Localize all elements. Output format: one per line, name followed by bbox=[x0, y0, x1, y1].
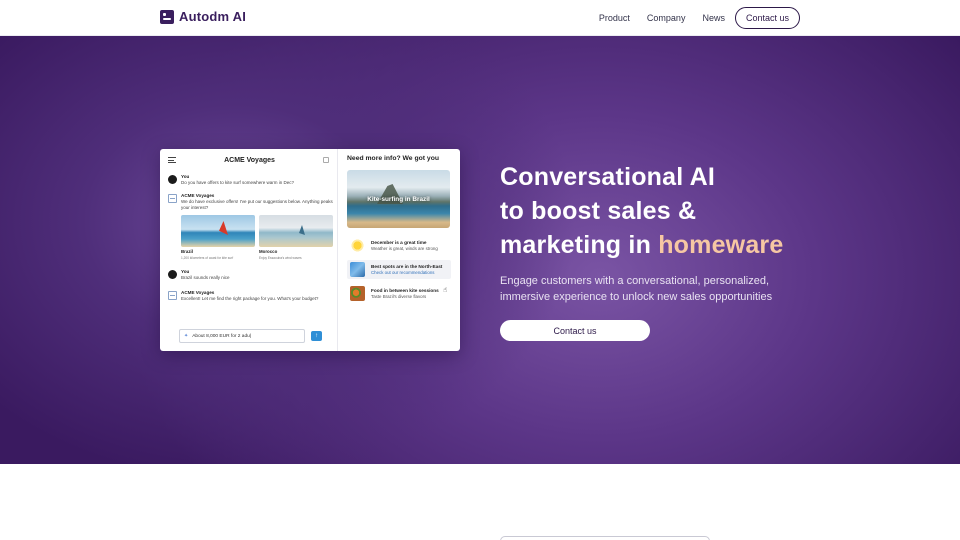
bot-avatar-icon bbox=[168, 194, 177, 203]
hero-section: ACME Voyages You Do you have offers to k… bbox=[0, 36, 960, 464]
send-button[interactable]: ↑ bbox=[311, 331, 322, 341]
headline-line: marketing in homeware bbox=[500, 228, 820, 262]
headline-line: to boost sales & bbox=[500, 197, 697, 225]
info-item-title: Food in between kite sessions bbox=[371, 288, 439, 293]
headline-line: Conversational AI bbox=[500, 163, 716, 191]
chat-message: You Do you have offers to kite surf some… bbox=[168, 174, 329, 186]
chat-input[interactable]: ✦ About 8,000 EUR for 2 adu| bbox=[179, 329, 305, 343]
pointer-cursor-icon: ☝ bbox=[443, 287, 448, 294]
headline-accent: homeware bbox=[658, 231, 784, 259]
info-title: Need more info? We got you bbox=[347, 155, 440, 162]
chat-message: ACME Voyages Excellent! Let me find the … bbox=[168, 290, 329, 302]
nav-company[interactable]: Company bbox=[647, 13, 686, 23]
chat-message: ACME Voyages We do have exclusive offers… bbox=[168, 193, 333, 261]
info-item[interactable]: December is a great time Weather is grea… bbox=[347, 236, 451, 255]
info-panel: Need more info? We got you Kite-surfing … bbox=[338, 149, 460, 351]
message-text: Do you have offers to kite surf somewher… bbox=[181, 180, 294, 185]
info-item[interactable]: Food in between kite sessions Taste Braz… bbox=[347, 284, 451, 303]
sun-icon bbox=[350, 238, 365, 253]
chat-title: ACME Voyages bbox=[224, 156, 275, 164]
next-section-element bbox=[500, 536, 710, 540]
message-text: Excellent! Let me find the right package… bbox=[181, 296, 319, 301]
destination-card-brazil[interactable]: Brazil 1,200 kilometers of coast for kit… bbox=[181, 215, 255, 261]
user-avatar-icon bbox=[168, 175, 177, 184]
chat-panel: ACME Voyages You Do you have offers to k… bbox=[160, 149, 338, 351]
info-item-title: December is a great time bbox=[371, 240, 427, 245]
edit-icon[interactable] bbox=[323, 157, 329, 163]
destination-cards: Brazil 1,200 kilometers of coast for kit… bbox=[181, 215, 333, 261]
message-text: We do have exclusive offers! I've put ou… bbox=[181, 199, 333, 210]
destination-card-morocco[interactable]: Morocco Enjoy Essaouira's wind waves bbox=[259, 215, 333, 261]
info-item-sub: Taste Brazil's diverse flavors bbox=[371, 294, 427, 299]
morocco-image bbox=[259, 215, 333, 247]
demo-chat-card: ACME Voyages You Do you have offers to k… bbox=[160, 149, 460, 351]
chat-message: You Brazil sounds really nice bbox=[168, 269, 329, 281]
site-header: Autodm AI Product Company News Contact u… bbox=[0, 0, 960, 36]
destination-sub: Enjoy Essaouira's wind waves bbox=[259, 256, 302, 260]
chat-input-value: About 8,000 EUR for 2 adu| bbox=[192, 333, 252, 339]
nav-product[interactable]: Product bbox=[599, 13, 630, 23]
info-item-title: Best spots are in the North-East bbox=[371, 264, 443, 269]
chat-header: ACME Voyages bbox=[168, 155, 329, 165]
logo-icon bbox=[160, 9, 174, 24]
user-avatar-icon bbox=[168, 270, 177, 279]
brand-name: Autodm AI bbox=[179, 9, 247, 24]
bot-avatar-icon bbox=[168, 291, 177, 300]
hero-headline: Conversational AI to boost sales & marke… bbox=[500, 160, 820, 262]
info-hero-label: Kite-surfing in Brazil bbox=[367, 196, 430, 203]
map-icon bbox=[350, 262, 365, 277]
header-contact-button[interactable]: Contact us bbox=[734, 7, 800, 29]
main-nav: Product Company News Contact us bbox=[582, 7, 800, 29]
message-text: Brazil sounds really nice bbox=[181, 275, 230, 280]
destination-sub: 1,200 kilometers of coast for kite surf bbox=[181, 256, 234, 260]
info-item-sub: Weather is great, winds are strong bbox=[371, 246, 438, 251]
menu-icon[interactable] bbox=[168, 157, 176, 163]
nav-news[interactable]: News bbox=[702, 13, 725, 23]
info-item[interactable]: Best spots are in the North-East Check o… bbox=[347, 260, 451, 279]
food-icon bbox=[350, 286, 365, 301]
hero-contact-button[interactable]: Contact us bbox=[500, 320, 650, 341]
brazil-image bbox=[181, 215, 255, 247]
chat-composer: ✦ About 8,000 EUR for 2 adu| ↑ bbox=[179, 329, 322, 343]
headline-prefix: marketing in bbox=[500, 231, 659, 259]
brand-logo[interactable]: Autodm AI bbox=[160, 9, 246, 24]
info-hero-image[interactable]: Kite-surfing in Brazil bbox=[347, 170, 450, 228]
info-item-sub: Check out our recommendations bbox=[371, 270, 435, 275]
hero-subcopy: Engage customers with a conversational, … bbox=[500, 275, 773, 303]
sparkle-icon: ✦ bbox=[184, 333, 189, 339]
arrow-up-icon: ↑ bbox=[315, 333, 318, 339]
